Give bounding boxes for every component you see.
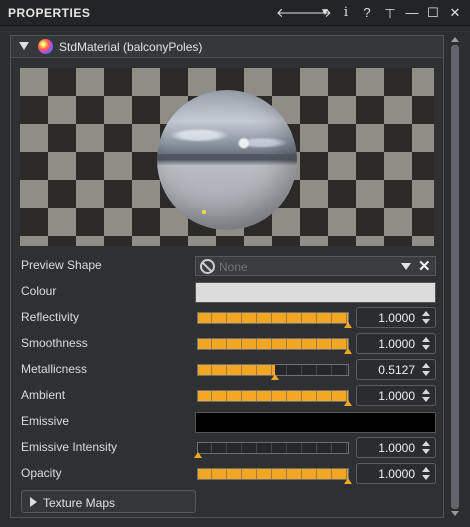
spin-up-icon[interactable] [422, 337, 430, 342]
help-icon[interactable]: ? [358, 3, 376, 23]
expand-triangle-icon [30, 497, 37, 507]
collapse-triangle-icon[interactable] [19, 42, 29, 50]
colour-label: Colour [21, 284, 57, 298]
metallicness-slider[interactable] [197, 361, 349, 380]
opacity-label: Opacity [21, 466, 62, 480]
spin-down-icon[interactable] [422, 397, 430, 402]
ambient-label: Ambient [21, 388, 66, 402]
minimize-icon[interactable]: — [403, 3, 421, 23]
spin-down-icon[interactable] [422, 319, 430, 324]
info-icon[interactable]: i [337, 3, 355, 23]
spin-down-icon[interactable] [422, 371, 430, 376]
spin-down-icon[interactable] [422, 345, 430, 350]
metallicness-value[interactable]: 0.5127 [378, 363, 415, 377]
colour-swatch[interactable] [195, 282, 436, 303]
emissive-label: Emissive [21, 414, 70, 428]
slider-thumb[interactable] [270, 374, 279, 380]
texture-maps-label: Texture Maps [43, 496, 116, 510]
window-title: PROPERTIES [8, 6, 91, 20]
slider-ticks [197, 313, 349, 323]
material-title: StdMaterial (balconyPoles) [59, 40, 203, 54]
sphere-glint [202, 210, 206, 214]
maximize-icon[interactable]: ☐ [424, 3, 442, 23]
spin-up-icon[interactable] [422, 363, 430, 368]
spin-down-icon[interactable] [422, 475, 430, 480]
slider-thumb[interactable] [344, 322, 352, 328]
slider-thumb[interactable] [344, 348, 352, 354]
spin-up-icon[interactable] [422, 467, 430, 472]
emissive-intensity-spinbox[interactable]: 1.0000 [356, 437, 436, 458]
smoothness-slider[interactable] [197, 335, 352, 354]
opacity-slider[interactable] [197, 465, 352, 484]
metallicness-spinbox[interactable]: 0.5127 [356, 359, 436, 380]
chevron-down-icon[interactable] [401, 263, 411, 270]
spin-up-icon[interactable] [422, 311, 430, 316]
opacity-value[interactable]: 1.0000 [378, 467, 415, 481]
preview-shape-dropdown[interactable]: None ✕ [195, 256, 436, 276]
ambient-slider[interactable] [197, 387, 352, 406]
emissive-intensity-slider[interactable] [194, 439, 349, 458]
scroll-up-icon[interactable] [451, 37, 459, 42]
reflectivity-value[interactable]: 1.0000 [378, 311, 415, 325]
slider-ticks [197, 339, 349, 349]
reflectivity-spinbox[interactable]: 1.0000 [356, 307, 436, 328]
scrollbar-thumb[interactable] [451, 45, 459, 509]
texture-maps-button[interactable]: Texture Maps [21, 490, 196, 513]
smoothness-label: Smoothness [21, 336, 88, 350]
material-sphere-icon [38, 39, 53, 54]
reflectivity-label: Reflectivity [21, 310, 80, 324]
material-panel-header[interactable]: StdMaterial (balconyPoles) [11, 36, 443, 58]
preview-shape-value: None [219, 260, 248, 274]
preview-shape-label: Preview Shape [21, 258, 102, 272]
back-arrow-icon[interactable]: 🡐 [276, 3, 311, 23]
slider-thumb[interactable] [194, 452, 202, 458]
spin-up-icon[interactable] [422, 389, 430, 394]
scroll-down-icon[interactable] [451, 511, 459, 516]
title-bar: PROPERTIES 🡐 🡒 ▼ i ? ⊥ — ☐ ✕ [0, 0, 470, 26]
spin-down-icon[interactable] [422, 449, 430, 454]
material-preview[interactable] [20, 68, 434, 246]
menu-dropdown-icon[interactable]: ▼ [316, 3, 334, 23]
metallicness-label: Metallicness [21, 362, 88, 376]
sphere-reflection [157, 120, 297, 158]
forward-arrow-icon[interactable]: 🡒 [297, 3, 332, 23]
slider-thumb[interactable] [344, 478, 352, 484]
close-icon[interactable]: ✕ [446, 3, 464, 23]
slider-ticks [197, 469, 349, 479]
preview-sphere [157, 90, 297, 230]
emissive-intensity-value[interactable]: 1.0000 [378, 441, 415, 455]
slider-thumb[interactable] [344, 400, 352, 406]
emissive-intensity-label: Emissive Intensity [21, 440, 118, 454]
ambient-spinbox[interactable]: 1.0000 [356, 385, 436, 406]
slider-ticks [197, 443, 349, 453]
opacity-spinbox[interactable]: 1.0000 [356, 463, 436, 484]
emissive-swatch[interactable] [195, 412, 436, 433]
smoothness-spinbox[interactable]: 1.0000 [356, 333, 436, 354]
spin-up-icon[interactable] [422, 441, 430, 446]
no-entry-icon [200, 259, 215, 274]
clear-icon[interactable]: ✕ [418, 257, 431, 275]
slider-ticks [197, 391, 349, 401]
smoothness-value[interactable]: 1.0000 [378, 337, 415, 351]
pin-icon[interactable]: ⊥ [381, 3, 399, 23]
ambient-value[interactable]: 1.0000 [378, 389, 415, 403]
vertical-scrollbar[interactable] [449, 35, 461, 518]
reflectivity-slider[interactable] [197, 309, 352, 328]
sphere-horizon [157, 154, 297, 160]
material-panel: StdMaterial (balconyPoles) Preview Shape… [10, 35, 444, 518]
